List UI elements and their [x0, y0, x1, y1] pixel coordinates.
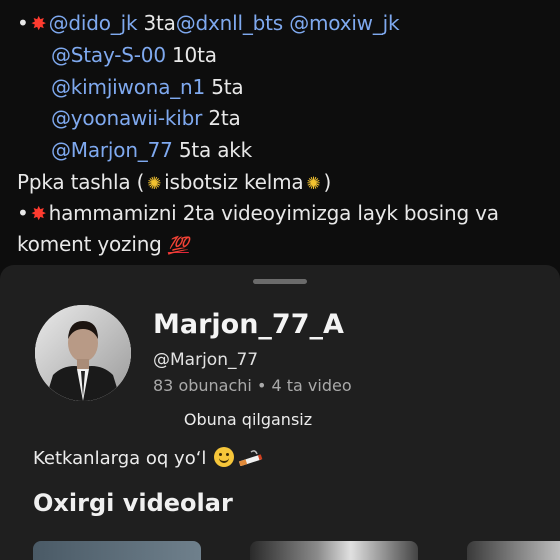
mention-moxiw[interactable]: @moxiw_jk	[289, 11, 399, 35]
mention-yoonawii[interactable]: @yoonawii-kibr	[51, 106, 202, 130]
subscribed-button[interactable]: Obuna qilgansiz	[153, 404, 343, 436]
collision-emoji-icon: ✸	[30, 203, 47, 225]
video-thumbnail[interactable]	[250, 541, 418, 560]
dizzy-emoji-icon: ✺	[147, 174, 162, 194]
comment-line-1: • ✸ @dido_jk 3ta@dxnll_bts @moxiw_jk	[17, 11, 400, 35]
profile-handle: @Marjon_77	[153, 350, 259, 370]
hundred-points-emoji-icon: 💯	[167, 236, 189, 256]
avatar[interactable]	[35, 305, 131, 401]
mention-marjon[interactable]: @Marjon_77	[51, 138, 173, 162]
cigarette-emoji-icon	[239, 450, 263, 466]
profile-stats: 83 obunachi • 4 ta video	[153, 376, 352, 395]
profile-bio: Ketkanlarga oq yo‘l	[33, 447, 263, 469]
mention-dxnll[interactable]: @dxnll_bts	[176, 11, 283, 35]
comment-line-8: koment yozing 💯	[17, 232, 189, 256]
comment-body: • ✸ @dido_jk 3ta@dxnll_bts @moxiw_jk @Stay…	[0, 0, 560, 280]
video-thumbnail[interactable]	[467, 541, 560, 560]
comment-line-7: • ✸ hammamizni 2ta videoyimizga layk bosin…	[17, 201, 499, 225]
smiling-face-emoji-icon	[214, 447, 235, 467]
comment-line-2: @Stay-S-00 10ta	[51, 43, 217, 67]
collision-emoji-icon: ✸	[30, 13, 47, 35]
profile-display-name: Marjon_77_A	[153, 309, 344, 340]
bullet: •	[17, 201, 29, 225]
comment-line-6: Ppka tashla (✺ isbotsiz kelma ✺)	[17, 170, 332, 194]
mention-stay[interactable]: @Stay-S-00	[51, 43, 166, 67]
cut-off-line	[17, 0, 23, 10]
dizzy-emoji-icon: ✺	[306, 174, 321, 194]
sheet-drag-handle[interactable]	[253, 279, 307, 284]
avatar-portrait-icon	[35, 305, 131, 401]
mention-dido[interactable]: @dido_jk	[49, 11, 138, 35]
profile-bottom-sheet[interactable]: Marjon_77_A @Marjon_77 83 obunachi • 4 t…	[0, 265, 560, 560]
comment-line-4: @yoonawii-kibr 2ta	[51, 106, 241, 130]
comment-line-3: @kimjiwona_n1 5ta	[51, 75, 244, 99]
recent-videos-title: Oxirgi videolar	[33, 489, 233, 517]
bullet: •	[17, 11, 29, 35]
count-text: 3ta	[137, 11, 176, 35]
video-thumbnail[interactable]	[33, 541, 201, 560]
mention-kimjiwona[interactable]: @kimjiwona_n1	[51, 75, 205, 99]
comment-line-5: @Marjon_77 5ta akk	[51, 138, 253, 162]
